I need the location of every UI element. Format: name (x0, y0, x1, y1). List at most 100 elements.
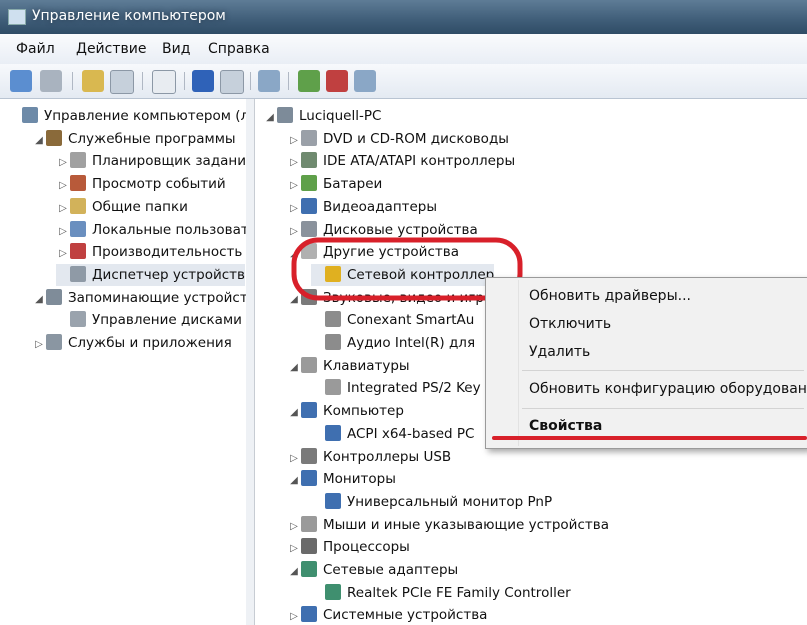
device-tree-item[interactable]: ▷ Процессоры (287, 536, 410, 558)
usb-icon (301, 447, 317, 464)
device-tree-item[interactable]: Integrated PS/2 Key (311, 377, 481, 399)
device-tree-item-label: Процессоры (323, 539, 410, 556)
expand-arrow-icon[interactable]: ▷ (287, 175, 301, 197)
nav-tree-item[interactable]: ▷ Общие папки (56, 196, 188, 218)
nav-tree-item[interactable]: ▷ Службы и приложения (32, 332, 232, 354)
scan-hardware-icon[interactable] (258, 70, 280, 92)
device-tree-item[interactable]: ▷ Системные устройства (287, 604, 487, 625)
menu-update-drivers[interactable]: Обновить драйверы... (529, 288, 691, 304)
update-driver-icon[interactable] (298, 70, 320, 92)
menu-file[interactable]: Файл (16, 41, 55, 57)
expand-arrow-icon[interactable]: ▷ (32, 334, 46, 356)
device-tree-item[interactable]: ▷ Батареи (287, 173, 382, 195)
app-icon (8, 9, 26, 25)
show-hide-tree-icon[interactable] (110, 70, 134, 94)
device-tree-item[interactable]: Realtek PCIe FE Family Controller (311, 582, 571, 604)
expand-arrow-icon[interactable]: ◢ (263, 107, 277, 129)
device-tree-item[interactable]: ◢ Luciquell-PC (263, 105, 381, 127)
keyboard-icon (301, 356, 317, 373)
expand-arrow-icon[interactable]: ◢ (287, 402, 301, 424)
up-folder-icon[interactable] (82, 70, 104, 92)
device-tree-item[interactable]: Аудио Intel(R) для (311, 332, 475, 354)
tools-icon (46, 129, 62, 146)
nav-tree-item[interactable]: ▷ Просмотр событий (56, 173, 226, 195)
pane-splitter[interactable] (246, 99, 255, 625)
help-icon[interactable] (192, 70, 214, 92)
disk-management-icon (70, 311, 86, 328)
speaker-icon (325, 311, 341, 328)
device-tree-item[interactable]: ▷ DVD и CD-ROM дисководы (287, 128, 509, 150)
device-tree-item[interactable]: Универсальный монитор PnP (311, 491, 552, 513)
device-tree-item[interactable]: ▷ Мыши и иные указывающие устройства (287, 514, 609, 536)
device-tree-item-label: Realtek PCIe FE Family Controller (347, 584, 571, 601)
expand-arrow-icon[interactable]: ▷ (287, 198, 301, 220)
device-tree-item[interactable]: ◢ Компьютер (287, 400, 404, 422)
expand-arrow-icon[interactable]: ◢ (287, 561, 301, 583)
device-tree-item[interactable]: ▷ IDE ATA/ATAPI контроллеры (287, 150, 515, 172)
expand-arrow-icon[interactable]: ▷ (56, 221, 70, 243)
menu-properties[interactable]: Свойства (529, 418, 602, 434)
nav-tree-item[interactable]: ▷ Локальные пользовате (56, 219, 246, 243)
menu-uninstall[interactable]: Удалить (529, 344, 590, 360)
expand-arrow-icon[interactable]: ▷ (56, 175, 70, 197)
menu-help[interactable]: Справка (208, 41, 270, 57)
nav-tree-item[interactable]: ▷ Производительность (56, 241, 242, 263)
expand-arrow-icon[interactable]: ▷ (287, 130, 301, 152)
nav-tree-item-label: Службы и приложения (68, 335, 232, 351)
nav-tree-item[interactable]: Диспетчер устройств (56, 263, 246, 286)
nav-tree-item[interactable]: ▷ Планировщик заданий (56, 150, 247, 174)
nav-tree-item[interactable]: Управление дисками (56, 309, 242, 331)
expand-arrow-icon[interactable]: ▷ (56, 243, 70, 265)
performance-icon (70, 243, 86, 260)
expand-arrow-icon[interactable]: ▷ (56, 152, 70, 174)
expand-arrow-icon[interactable]: ◢ (32, 130, 46, 152)
nav-tree-item-label: Общие папки (92, 198, 188, 215)
system-devices-icon (301, 606, 317, 623)
title-bar: Управление компьютером (0, 0, 807, 34)
expand-arrow-icon[interactable]: ▷ (287, 152, 301, 174)
nav-tree-item-label: Управление компьютером (л (44, 108, 247, 124)
services-icon (46, 334, 62, 350)
ide-controller-icon (301, 152, 317, 169)
forward-icon[interactable] (40, 70, 62, 92)
nav-tree-item-label: Планировщик заданий (92, 153, 247, 170)
menu-bar: Файл Действие Вид Справка (0, 34, 807, 65)
device-tree-item[interactable]: ◢ Сетевые адаптеры (287, 559, 458, 581)
menu-scan-hardware[interactable]: Обновить конфигурацию оборудования (529, 381, 807, 397)
expand-arrow-icon[interactable]: ◢ (287, 470, 301, 492)
expand-arrow-icon[interactable]: ▷ (287, 516, 301, 538)
expand-arrow-icon[interactable]: ▷ (56, 198, 70, 220)
context-menu: Обновить драйверы... Отключить Удалить О… (485, 277, 807, 449)
back-icon[interactable] (10, 70, 32, 92)
task-scheduler-icon (70, 152, 86, 169)
monitor-icon (301, 470, 317, 487)
nav-tree-item-label: Запоминающие устройст (68, 289, 247, 306)
device-tree-item[interactable]: ▷ Видеоадаптеры (287, 196, 437, 218)
menu-view[interactable]: Вид (162, 41, 190, 57)
view-icon[interactable] (220, 70, 244, 94)
nav-tree-item[interactable]: ◢ Запоминающие устройст (32, 287, 247, 311)
device-tree-item[interactable]: ◢ Клавиатуры (287, 355, 410, 377)
local-users-icon (70, 220, 86, 237)
expand-arrow-icon[interactable]: ▷ (287, 538, 301, 560)
device-tree-item[interactable]: ▷ Контроллеры USB (287, 446, 451, 468)
device-tree-item[interactable]: ACPI x64-based PC (311, 423, 475, 445)
uninstall-icon[interactable] (326, 70, 348, 92)
device-tree-item-label: Системные устройства (323, 607, 488, 624)
expand-arrow-icon[interactable]: ◢ (32, 289, 46, 311)
device-tree-item-label: Клавиатуры (323, 357, 410, 374)
menu-action[interactable]: Действие (76, 41, 146, 57)
expand-arrow-icon[interactable]: ▷ (287, 448, 301, 470)
nav-tree-item[interactable]: Управление компьютером (л (8, 105, 247, 127)
nav-tree-item[interactable]: ◢ Служебные программы (32, 128, 236, 150)
expand-arrow-icon[interactable]: ▷ (287, 606, 301, 625)
nav-tree-item-label: Служебные программы (68, 130, 236, 147)
device-tree-item[interactable]: ◢ Мониторы (287, 468, 396, 490)
menu-disable[interactable]: Отключить (529, 316, 611, 332)
expand-arrow-icon[interactable]: ◢ (287, 357, 301, 379)
device-tree-item[interactable]: Conexant SmartAu (311, 309, 474, 331)
nav-tree-item-label: Просмотр событий (92, 176, 226, 193)
device-tree-item-label: Мониторы (323, 471, 396, 488)
properties-icon[interactable] (152, 70, 176, 94)
disable-icon[interactable] (354, 70, 376, 92)
